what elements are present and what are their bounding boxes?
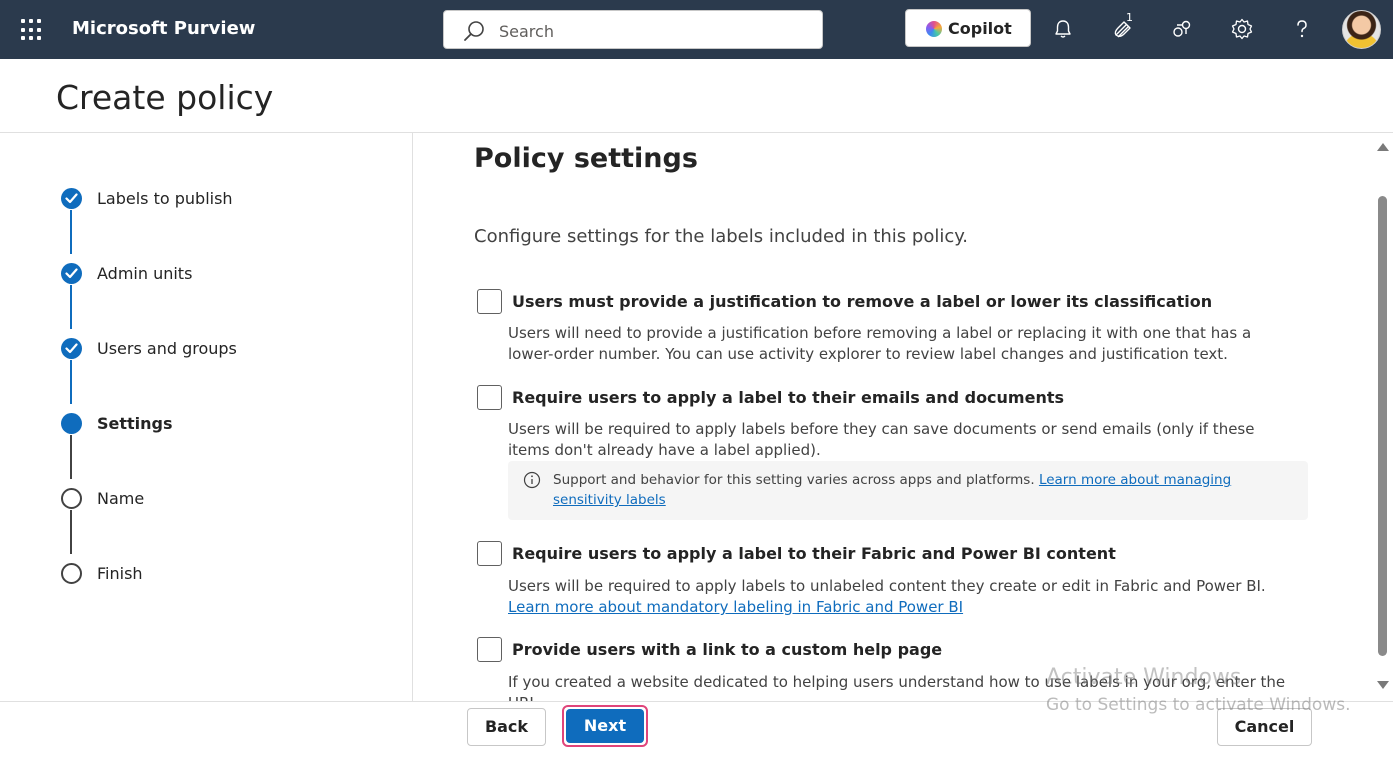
option-description: Users will need to provide a justificati… bbox=[508, 324, 1252, 363]
info-icon bbox=[523, 471, 541, 489]
mandatory-labeling-checkbox[interactable] bbox=[477, 385, 502, 410]
custom-help-page-checkbox[interactable] bbox=[477, 637, 502, 662]
step-connector bbox=[70, 435, 72, 479]
scroll-up-arrow[interactable] bbox=[1377, 143, 1389, 151]
activation-watermark-title: Activate Windows bbox=[1046, 665, 1242, 690]
learn-more-fabric-link[interactable]: Learn more about mandatory labeling in F… bbox=[508, 598, 963, 616]
option-description: Users will be required to apply labels b… bbox=[508, 420, 1255, 459]
top-bar: Microsoft Purview Search Copilot 1 bbox=[0, 0, 1393, 59]
next-button[interactable]: Next bbox=[566, 709, 644, 743]
step-complete-icon bbox=[61, 263, 82, 284]
step-label: Settings bbox=[97, 414, 173, 433]
user-avatar[interactable] bbox=[1342, 10, 1381, 49]
step-connector bbox=[70, 510, 72, 554]
copilot-icon bbox=[926, 21, 942, 37]
page-title: Create policy bbox=[56, 78, 274, 117]
notifications-icon[interactable] bbox=[1049, 15, 1077, 43]
step-connector bbox=[70, 285, 72, 329]
option-description: Users will be required to apply labels t… bbox=[508, 576, 1298, 618]
search-box[interactable]: Search bbox=[443, 10, 823, 49]
scroll-down-arrow[interactable] bbox=[1377, 681, 1389, 689]
community-icon[interactable] bbox=[1168, 15, 1196, 43]
search-input[interactable]: Search bbox=[499, 22, 554, 41]
header-divider bbox=[0, 132, 1393, 133]
step-pending-icon bbox=[61, 488, 82, 509]
stepper-divider bbox=[412, 133, 413, 701]
option-title: Provide users with a link to a custom he… bbox=[512, 640, 943, 659]
option-title: Users must provide a justification to re… bbox=[512, 292, 1213, 311]
help-icon[interactable] bbox=[1288, 15, 1316, 43]
back-button[interactable]: Back bbox=[467, 708, 546, 746]
settings-gear-icon[interactable] bbox=[1228, 15, 1256, 43]
notification-count-badge: 1 bbox=[1126, 11, 1133, 24]
step-label: Users and groups bbox=[97, 339, 237, 358]
app-launcher-icon[interactable] bbox=[21, 19, 43, 41]
step-connector bbox=[70, 360, 72, 404]
app-name[interactable]: Microsoft Purview bbox=[72, 18, 255, 39]
step-label: Admin units bbox=[97, 264, 193, 283]
info-text: Support and behavior for this setting va… bbox=[553, 470, 1293, 510]
copilot-button[interactable]: Copilot bbox=[905, 9, 1031, 47]
info-message-text: Support and behavior for this setting va… bbox=[553, 472, 1035, 488]
option-title: Require users to apply a label to their … bbox=[512, 388, 1065, 407]
step-label: Finish bbox=[97, 564, 143, 583]
step-complete-icon bbox=[61, 338, 82, 359]
option-description-text: Users will be required to apply labels t… bbox=[508, 577, 1266, 595]
info-message: Support and behavior for this setting va… bbox=[508, 461, 1308, 520]
step-current-icon bbox=[61, 413, 82, 434]
step-complete-icon bbox=[61, 188, 82, 209]
fabric-powerbi-checkbox[interactable] bbox=[477, 541, 502, 566]
activation-watermark-subtitle: Go to Settings to activate Windows. bbox=[1046, 695, 1351, 715]
step-pending-icon bbox=[61, 563, 82, 584]
step-connector bbox=[70, 210, 72, 254]
justification-checkbox[interactable] bbox=[477, 289, 502, 314]
option-title: Require users to apply a label to their … bbox=[512, 544, 1116, 563]
app-window: Microsoft Purview Search Copilot 1 Creat… bbox=[0, 0, 1393, 757]
section-title: Policy settings bbox=[474, 143, 698, 174]
search-icon bbox=[464, 21, 484, 41]
scrollbar-thumb[interactable] bbox=[1378, 196, 1387, 656]
step-label: Name bbox=[97, 489, 145, 508]
section-description: Configure settings for the labels includ… bbox=[474, 226, 969, 247]
step-label: Labels to publish bbox=[97, 189, 233, 208]
copilot-label: Copilot bbox=[948, 19, 1012, 38]
